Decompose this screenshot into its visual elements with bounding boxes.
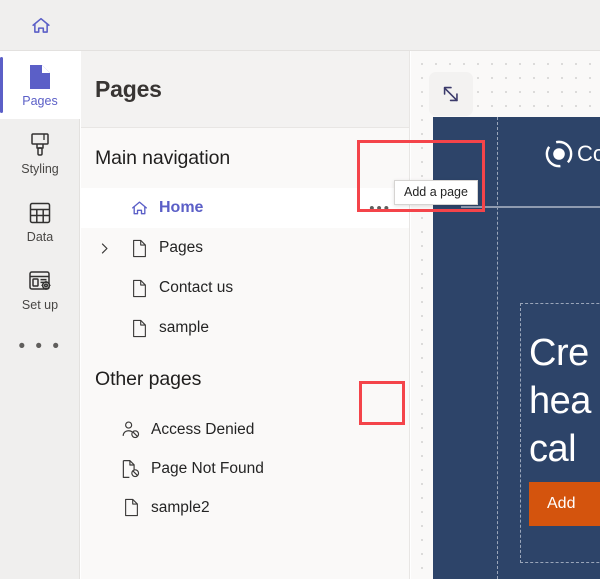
rail-item-data[interactable]: Data [0, 187, 80, 255]
rail-label-styling: Styling [21, 162, 59, 177]
site-hero-heading: Cre hea cal [529, 329, 600, 473]
rail-more-button[interactable]: • • • [0, 323, 80, 379]
page-filled-icon [27, 62, 53, 92]
section-title-main-navigation: Main navigation [95, 146, 231, 169]
nav-row-pages[interactable]: Pages [81, 228, 409, 268]
home-outline-icon [129, 198, 149, 218]
nav-row-page-not-found[interactable]: Page Not Found [81, 449, 409, 488]
home-icon[interactable] [26, 11, 56, 41]
panel-header: Pages [81, 51, 409, 128]
nav-label-sample2: sample2 [151, 498, 210, 516]
nav-row-contact-us[interactable]: Contact us [81, 268, 409, 308]
page-outline-icon [121, 498, 141, 518]
nav-row-overflow-button[interactable]: ••• [369, 200, 391, 217]
paintbrush-icon [27, 130, 53, 160]
site-logo-text: Co [577, 141, 600, 166]
table-icon [27, 198, 53, 228]
rail-item-pages[interactable]: Pages [0, 51, 80, 119]
page-outline-icon [129, 238, 149, 258]
section-header-other-pages: Other pages [81, 348, 471, 410]
section-title-other-pages: Other pages [95, 367, 202, 390]
site-header-rule [461, 206, 600, 208]
person-blocked-icon [121, 420, 141, 440]
nav-label-pages: Pages [159, 239, 203, 256]
site-logo: Co [545, 140, 600, 168]
site-cta-button[interactable]: Add [529, 482, 600, 526]
setup-gear-icon [27, 266, 53, 296]
expand-diagonal-icon[interactable] [429, 72, 473, 116]
page-blocked-icon [121, 459, 141, 479]
page-outline-icon [129, 278, 149, 298]
top-bar [0, 0, 600, 51]
nav-label-sample: sample [159, 319, 209, 336]
left-rail: Pages Styling Data Set up • • • [0, 51, 80, 579]
section-header-main-navigation: Main navigation [81, 128, 471, 188]
hero-line-3: cal [529, 428, 577, 470]
tooltip-add-a-page: Add a page [394, 180, 478, 205]
pages-editor-screen: Pages Styling Data Set up • • • Pages Ma… [0, 0, 600, 579]
rail-item-styling[interactable]: Styling [0, 119, 80, 187]
rail-label-data: Data [26, 230, 54, 245]
canvas-preview: Co Cre hea cal Add [411, 51, 600, 579]
pages-panel: Pages Main navigation Home ••• Pages Con… [81, 51, 471, 579]
hero-line-2: hea [529, 380, 591, 422]
rail-label-pages: Pages [22, 94, 58, 109]
nav-label-contact-us: Contact us [159, 279, 234, 296]
nav-row-sample[interactable]: sample [81, 308, 409, 348]
chevron-right-icon[interactable] [95, 239, 113, 257]
nav-label-page-not-found: Page Not Found [151, 459, 264, 477]
site-cta-label: Add [547, 495, 576, 512]
nav-row-home[interactable]: Home ••• [81, 188, 409, 228]
hero-line-1: Cre [529, 332, 589, 374]
nav-label-home: Home [159, 199, 204, 216]
rail-label-setup: Set up [21, 298, 59, 313]
nav-row-sample2[interactable]: sample2 [81, 488, 409, 527]
page-outline-icon [129, 318, 149, 338]
rail-item-setup[interactable]: Set up [0, 255, 80, 323]
page-title: Pages [95, 75, 162, 102]
nav-row-access-denied[interactable]: Access Denied [81, 410, 409, 449]
nav-label-access-denied: Access Denied [151, 420, 255, 438]
swirl-logo-icon [545, 140, 573, 168]
